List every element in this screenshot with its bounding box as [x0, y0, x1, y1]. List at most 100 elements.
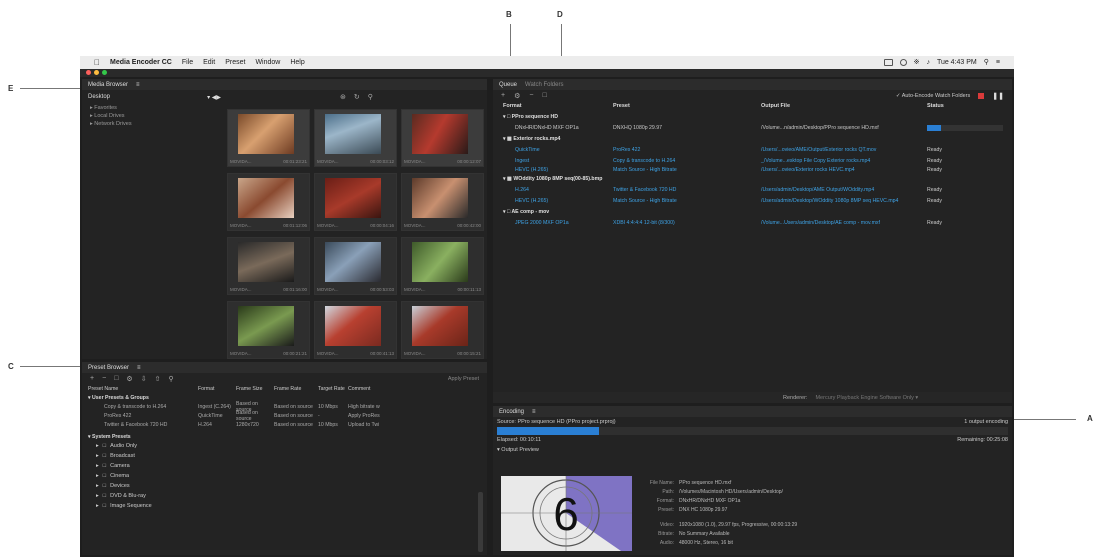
preset-browser-tab[interactable]: Preset Browser — [88, 365, 129, 371]
apple-icon[interactable]:  — [94, 58, 100, 67]
col-status[interactable]: Status — [927, 103, 944, 109]
zoom-icon[interactable] — [102, 70, 107, 75]
queue-output-row[interactable]: Ingest Copy & transcode to H.264 _/Volum… — [493, 155, 1012, 166]
col-format[interactable]: Format — [198, 386, 236, 392]
output-format[interactable]: Ingest — [515, 158, 613, 164]
col-frame-size[interactable]: Frame Size — [236, 386, 274, 392]
col-comment[interactable]: Comment — [348, 386, 384, 392]
minimize-icon[interactable] — [94, 70, 99, 75]
queue-output-row[interactable]: HEVC (H.265) Match Source - High Bitrate… — [493, 166, 1012, 173]
user-presets-group[interactable]: ▾ User Presets & Groups — [82, 393, 487, 402]
stop-button[interactable] — [978, 92, 985, 99]
table-row[interactable]: Copy & transcode to H.264 Ingest (C.264)… — [82, 401, 487, 413]
output-preview-toggle[interactable]: ▾ Output Preview — [493, 445, 1012, 455]
output-format[interactable]: JPEG 2000 MXF OP1a — [515, 220, 613, 226]
output-file[interactable]: /Volume...Users/admin/Desktop/AE comp - … — [761, 220, 927, 226]
clip-thumbnail[interactable]: MOVIDA... 00:00:21:21 — [227, 301, 310, 359]
col-frame-rate[interactable]: Frame Rate — [274, 386, 318, 392]
encoding-tab[interactable]: Encoding — [499, 409, 524, 415]
col-output-file[interactable]: Output File — [761, 103, 927, 109]
queue-source-row[interactable]: ▾ ▩ WOddity 1080p 8MP seq(00-85).bmp — [493, 173, 1012, 184]
output-file[interactable]: /Users/...ovieo/AME/Output/Exterior rock… — [761, 147, 927, 153]
output-preset[interactable]: ProRes 422 — [613, 147, 761, 153]
sync-icon[interactable] — [899, 58, 907, 66]
clip-thumbnail[interactable]: MOVIDA... 00:01:16:00 — [227, 237, 310, 295]
volume-icon[interactable]: ♪ — [926, 59, 930, 66]
import-icon[interactable]: ⇩ — [141, 375, 147, 383]
tree-item-local-drives[interactable]: ▸ Local Drives — [82, 112, 227, 120]
col-preset-name[interactable]: Preset Name — [88, 386, 198, 392]
output-file[interactable]: /Users/admin/Desktop/WOddity 1080p 8MP s… — [761, 198, 927, 204]
output-format[interactable]: HEVC (H.265) — [515, 167, 613, 173]
clip-thumbnail[interactable]: MOVIDA... 00:00:15:21 — [401, 301, 484, 359]
table-row[interactable]: ProRes 422 QuickTime Based on source Bas… — [82, 410, 487, 422]
settings-icon[interactable]: ⚙ — [126, 375, 132, 383]
apply-preset-button[interactable]: Apply Preset — [448, 376, 479, 382]
output-format[interactable]: QuickTime — [515, 147, 613, 153]
panel-menu-icon[interactable]: ≡ — [136, 82, 140, 88]
menu-help[interactable]: Help — [290, 59, 304, 66]
system-item-audio-only[interactable]: ▸ □ Audio Only — [82, 441, 487, 451]
col-target-rate[interactable]: Target Rate — [318, 386, 348, 392]
output-format[interactable]: HEVC (H.265) — [515, 198, 613, 204]
media-browser-tab[interactable]: Media Browser — [88, 82, 128, 88]
output-preset[interactable]: Match Source - High Bitrate — [613, 198, 761, 204]
tab-watch-folders[interactable]: Watch Folders — [525, 82, 563, 88]
tree-item-network-drives[interactable]: ▸ Network Drives — [82, 120, 227, 128]
duplicate-icon[interactable]: □ — [542, 92, 546, 100]
tab-queue[interactable]: Queue — [499, 82, 517, 88]
clip-thumbnail[interactable]: MOVIDA... 00:01:12:06 — [227, 173, 310, 231]
clock[interactable]: Tue 4:43 PM — [937, 59, 977, 66]
preset-scrollbar[interactable] — [478, 492, 483, 552]
output-preset[interactable]: Copy & transcode to H.264 — [613, 158, 761, 164]
system-item-devices[interactable]: ▸ □ Devices — [82, 481, 487, 491]
tree-item-favorites[interactable]: ▸ Favorites — [82, 104, 227, 112]
add-source-icon[interactable]: + — [501, 92, 505, 100]
col-format[interactable]: Format — [503, 103, 613, 109]
pause-button[interactable]: ❚❚ — [992, 92, 1004, 100]
output-file[interactable]: _/Volume...esktop File Copy Exterior roc… — [761, 158, 927, 164]
panel-menu-icon[interactable]: ≡ — [532, 409, 536, 415]
list-icon[interactable]: ≡ — [996, 59, 1000, 66]
add-preset-icon[interactable]: + — [90, 375, 94, 383]
queue-output-row[interactable]: QuickTime ProRes 422 /Users/...ovieo/AME… — [493, 144, 1012, 155]
auto-encode-checkbox[interactable]: ✓ Auto-Encode Watch Folders — [896, 93, 970, 99]
display-icon[interactable] — [883, 58, 893, 66]
output-file[interactable]: /Volume...n/admin/Desktop/PPro sequence … — [761, 125, 927, 131]
output-preset[interactable]: Match Source - High Bitrate — [613, 167, 761, 173]
col-preset[interactable]: Preset — [613, 103, 761, 109]
renderer-select[interactable]: Mercury Playback Engine Software Only ▾ — [815, 395, 918, 401]
clip-thumbnail[interactable]: MOVIDA... 00:00:11:13 — [401, 237, 484, 295]
queue-output-row[interactable]: H.264 Twitter & Facebook 720 HD /Users/a… — [493, 184, 1012, 195]
system-item-image-sequence[interactable]: ▸ □ Image Sequence — [82, 501, 487, 511]
app-menu[interactable]: Media Encoder CC — [110, 59, 172, 66]
menu-edit[interactable]: Edit — [203, 59, 215, 66]
output-preset[interactable]: XDBI 4:4:4:4 12-bit (8/300) — [613, 220, 761, 226]
menu-window[interactable]: Window — [255, 59, 280, 66]
system-item-broadcast[interactable]: ▸ □ Broadcast — [82, 451, 487, 461]
output-file[interactable]: /Users/admin/Desktop/AME Output/WOddity.… — [761, 187, 927, 193]
settings-icon[interactable]: ⚙ — [514, 92, 520, 100]
queue-output-row[interactable]: DNxHR/DNxHD MXF OP1a DNXHQ 1080p 29.97 /… — [493, 122, 1012, 133]
location-dropdown[interactable]: Desktop ▾ ◀▶ — [88, 93, 221, 101]
output-format[interactable]: H.264 — [515, 187, 613, 193]
clip-thumbnail[interactable]: MOVIDA... 00:01:23:21 — [227, 109, 310, 167]
bluetooth-icon[interactable]: ※ — [914, 58, 920, 66]
clip-thumbnail[interactable]: MOVIDA... 00:00:42:00 — [401, 173, 484, 231]
clip-thumbnail[interactable]: MOVIDA... 00:00:53:03 — [314, 237, 397, 295]
queue-source-row[interactable]: ▾ □ PPro sequence HD — [493, 111, 1012, 122]
output-preset[interactable]: Twitter & Facebook 720 HD — [613, 187, 761, 193]
clip-thumbnail[interactable]: MOVIDA... 00:00:04:16 — [314, 173, 397, 231]
queue-source-row[interactable]: ▾ ▩ Exterior rocks.mp4 — [493, 133, 1012, 144]
refresh-icon[interactable]: ↻ — [354, 93, 360, 101]
clip-thumbnail[interactable]: MOVIDA... 00:00:03:12 — [314, 109, 397, 167]
new-group-icon[interactable]: □ — [114, 375, 118, 383]
queue-output-row[interactable]: HEVC (H.265) Match Source - High Bitrate… — [493, 195, 1012, 206]
search-icon[interactable]: ⚲ — [368, 93, 373, 101]
close-icon[interactable] — [86, 70, 91, 75]
output-format[interactable]: DNxHR/DNxHD MXF OP1a — [515, 125, 613, 131]
export-icon[interactable]: ⇧ — [155, 375, 161, 383]
clip-thumbnail[interactable]: MOVIDA... 00:00:41:13 — [314, 301, 397, 359]
clip-thumbnail[interactable]: MOVIDA... 00:00:12:07 — [401, 109, 484, 167]
menu-preset[interactable]: Preset — [225, 59, 245, 66]
